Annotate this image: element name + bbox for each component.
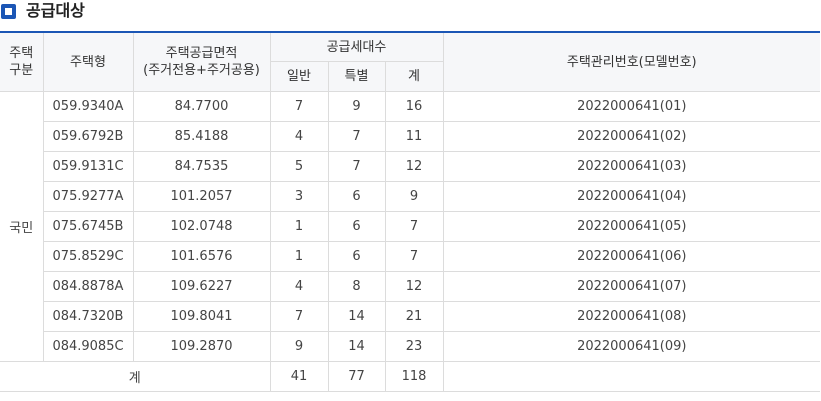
area-cell: 109.2870 <box>132 331 271 362</box>
special-cell: 8 <box>327 271 386 302</box>
header-housing-category-line2: 구분 <box>9 63 34 78</box>
table-row: 084.9085C 109.2870 9 14 23 2022000641(09… <box>0 331 821 362</box>
general-cell: 9 <box>269 331 329 362</box>
general-cell: 7 <box>269 91 329 122</box>
general-cell: 5 <box>269 151 329 182</box>
model-cell: 084.9085C <box>43 331 134 362</box>
general-cell: 1 <box>269 241 329 272</box>
model-cell: 084.8878A <box>43 271 134 302</box>
area-cell: 84.7700 <box>132 91 271 122</box>
special-cell: 6 <box>327 181 386 212</box>
header-supply-area-line2: (주거전용+주거공용) <box>143 63 260 78</box>
table-row: 084.8878A 109.6227 4 8 12 2022000641(07) <box>0 271 821 302</box>
total-cell: 16 <box>384 91 444 122</box>
header-sum: 계 <box>384 61 444 92</box>
special-cell: 6 <box>327 241 386 272</box>
table-row: 075.6745B 102.0748 1 6 7 2022000641(05) <box>0 211 821 242</box>
special-cell: 9 <box>327 91 386 122</box>
total-cell: 23 <box>384 331 444 362</box>
header-housing-category-line1: 주택 <box>9 46 34 61</box>
table-row: 059.6792B 85.4188 4 7 11 2022000641(02) <box>0 121 821 152</box>
total-general-cell: 41 <box>269 361 329 392</box>
area-cell: 102.0748 <box>132 211 271 242</box>
model-cell: 075.8529C <box>43 241 134 272</box>
management-number-cell: 2022000641(01) <box>442 91 821 122</box>
model-cell: 059.6792B <box>43 121 134 152</box>
special-cell: 7 <box>327 121 386 152</box>
header-special: 특별 <box>327 61 386 92</box>
total-special-cell: 77 <box>327 361 386 392</box>
header-general: 일반 <box>270 61 329 92</box>
general-cell: 7 <box>269 301 329 332</box>
management-number-cell: 2022000641(04) <box>442 181 821 212</box>
area-cell: 85.4188 <box>132 121 271 152</box>
section-header: 공급대상 <box>0 0 821 30</box>
area-cell: 84.7535 <box>132 151 271 182</box>
supply-table: 주택 구분 주택형 주택공급면적 (주거전용+주거공용) 공급세대수 주택관리번… <box>0 31 821 392</box>
total-cell: 9 <box>384 181 444 212</box>
model-cell: 075.6745B <box>43 211 134 242</box>
model-cell: 075.9277A <box>43 181 134 212</box>
general-cell: 4 <box>269 271 329 302</box>
area-cell: 101.2057 <box>132 181 271 212</box>
model-cell: 059.9340A <box>42 91 134 122</box>
total-cell: 11 <box>384 121 444 152</box>
model-cell: 084.7320B <box>43 301 134 332</box>
total-cell: 12 <box>384 271 444 302</box>
model-cell: 059.9131C <box>43 151 134 182</box>
special-cell: 14 <box>327 301 386 332</box>
table-row: 075.8529C 101.6576 1 6 7 2022000641(06) <box>0 241 821 272</box>
management-number-cell: 2022000641(05) <box>442 211 821 242</box>
total-row: 계 41 77 118 <box>0 361 821 392</box>
area-cell: 109.8041 <box>132 301 271 332</box>
special-cell: 7 <box>327 151 386 182</box>
total-cell: 12 <box>384 151 444 182</box>
square-bullet-icon <box>1 4 16 19</box>
header-supply-area: 주택공급면적 (주거전용+주거공용) <box>132 31 271 92</box>
table-row: 084.7320B 109.8041 7 14 21 2022000641(08… <box>0 301 821 332</box>
general-cell: 3 <box>269 181 329 212</box>
area-cell: 101.6576 <box>132 241 271 272</box>
management-number-cell: 2022000641(03) <box>442 151 821 182</box>
special-cell: 6 <box>327 211 386 242</box>
section-title: 공급대상 <box>26 1 85 20</box>
management-number-cell: 2022000641(08) <box>442 301 821 332</box>
area-cell: 109.6227 <box>132 271 271 302</box>
table-row: 075.9277A 101.2057 3 6 9 2022000641(04) <box>0 181 821 212</box>
total-cell: 7 <box>384 241 444 272</box>
header-supply-units: 공급세대수 <box>269 31 444 62</box>
general-cell: 4 <box>269 121 329 152</box>
total-cell: 7 <box>384 211 444 242</box>
management-number-cell: 2022000641(07) <box>442 271 821 302</box>
housing-category-cell: 국민 <box>0 91 44 362</box>
total-cell: 21 <box>384 301 444 332</box>
total-label-cell: 계 <box>0 361 271 392</box>
management-number-cell: 2022000641(09) <box>442 331 821 362</box>
table-row: 059.9131C 84.7535 5 7 12 2022000641(03) <box>0 151 821 182</box>
header-management-number: 주택관리번호(모델번호) <box>442 31 821 92</box>
header-housing-category: 주택 구분 <box>0 31 44 92</box>
total-management-number-cell <box>442 361 821 392</box>
total-sum-cell: 118 <box>384 361 444 392</box>
special-cell: 14 <box>327 331 386 362</box>
management-number-cell: 2022000641(02) <box>442 121 821 152</box>
management-number-cell: 2022000641(06) <box>442 241 821 272</box>
header-model: 주택형 <box>42 31 134 92</box>
header-supply-area-line1: 주택공급면적 <box>165 46 238 61</box>
table-row: 국민 059.9340A 84.7700 7 9 16 2022000641(0… <box>0 91 821 362</box>
general-cell: 1 <box>269 211 329 242</box>
